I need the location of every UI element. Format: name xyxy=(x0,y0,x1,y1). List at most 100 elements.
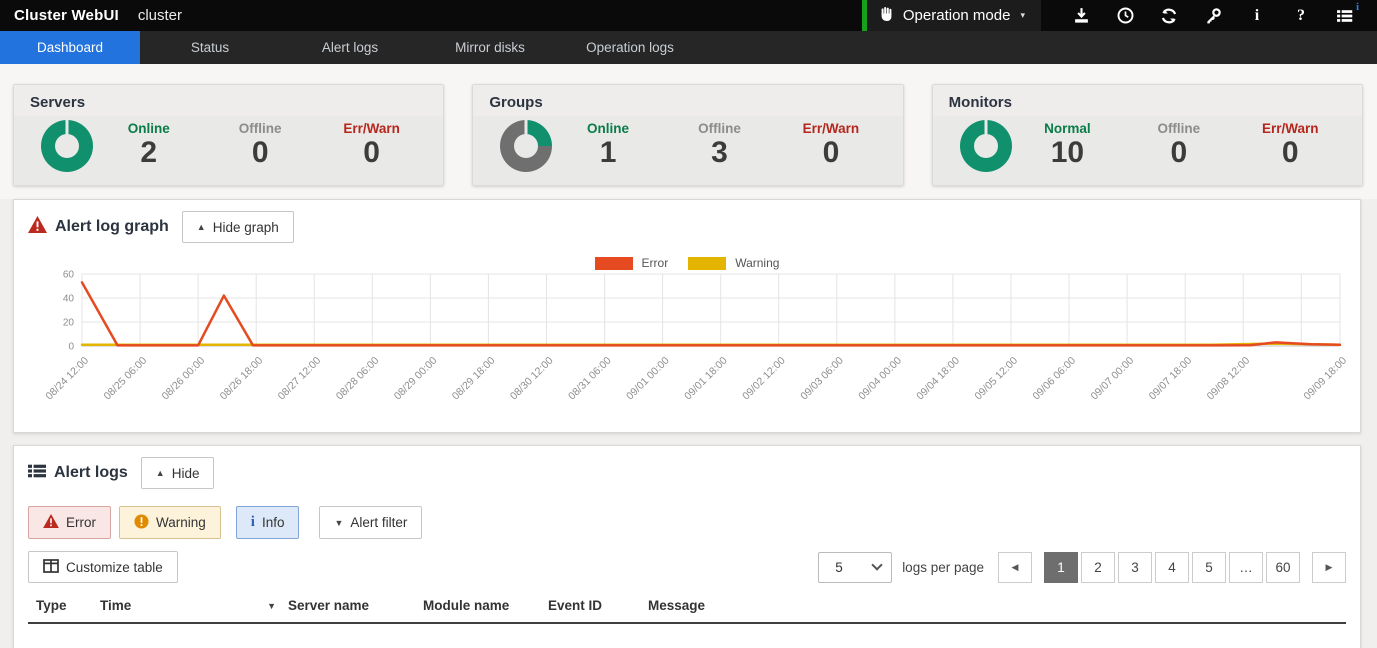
help-icon[interactable]: ? xyxy=(1279,0,1323,31)
alert-log-line-chart: 0 20 40 60 08/24 12:0008/25 06:0008/26 00:00… xyxy=(24,270,1350,432)
customize-table-button[interactable]: Customize table xyxy=(28,551,178,583)
svg-text:08/31 06:00: 08/31 06:00 xyxy=(566,355,614,403)
svg-text:08/25 06:00: 08/25 06:00 xyxy=(102,355,150,403)
column-header-type[interactable]: Type xyxy=(36,598,100,613)
operation-mode-label: Operation mode xyxy=(903,7,1011,24)
tab-operation-logs[interactable]: Operation logs xyxy=(560,31,700,64)
filter-error-button[interactable]: Error xyxy=(28,506,111,539)
monitors-donut-chart xyxy=(960,120,1012,172)
page-button-5[interactable]: 5 xyxy=(1192,552,1226,583)
monitors-offline-stat: Offline 0 xyxy=(1123,121,1234,171)
chevron-down-icon: ▾ xyxy=(1020,10,1025,21)
page-ellipsis-button[interactable]: … xyxy=(1229,552,1263,583)
svg-text:09/07 18:00: 09/07 18:00 xyxy=(1147,355,1195,403)
servers-card: Servers Online 2 Offline 0 Err/Warn 0 xyxy=(13,84,444,186)
svg-text:09/06 06:00: 09/06 06:00 xyxy=(1030,355,1078,403)
svg-text:08/26 00:00: 08/26 00:00 xyxy=(160,355,208,403)
svg-text:09/05 12:00: 09/05 12:00 xyxy=(972,355,1020,403)
svg-text:08/29 18:00: 08/29 18:00 xyxy=(450,355,498,403)
tab-alert-logs[interactable]: Alert logs xyxy=(280,31,420,64)
reload-icon[interactable] xyxy=(1147,0,1191,31)
list-info-badge: i xyxy=(1356,1,1359,13)
groups-online-stat: Online 1 xyxy=(552,121,663,171)
monitors-errwarn-stat: Err/Warn 0 xyxy=(1235,121,1346,171)
license-key-icon[interactable] xyxy=(1191,0,1235,31)
page-button-1[interactable]: 1 xyxy=(1044,552,1078,583)
next-page-button[interactable]: ▶ xyxy=(1312,552,1346,583)
chevron-down-icon: ▼ xyxy=(334,518,343,528)
alert-log-graph-panel: Alert log graph ▲ Hide graph Error Warni… xyxy=(13,199,1361,433)
warning-circle-icon xyxy=(134,514,149,532)
svg-text:09/03 06:00: 09/03 06:00 xyxy=(798,355,846,403)
log-list-icon[interactable]: i xyxy=(1323,0,1367,31)
app-title: Cluster WebUI xyxy=(14,7,119,24)
operation-mode-dropdown[interactable]: Operation mode ▾ xyxy=(862,0,1041,31)
hide-graph-button[interactable]: ▲ Hide graph xyxy=(182,211,294,243)
page-button-2[interactable]: 2 xyxy=(1081,552,1115,583)
hide-logs-button[interactable]: ▲ Hide xyxy=(141,457,215,489)
servers-card-title: Servers xyxy=(14,85,443,116)
logs-per-page-select[interactable]: 5 xyxy=(818,552,892,583)
page-button-60[interactable]: 60 xyxy=(1266,552,1300,583)
error-triangle-icon xyxy=(43,514,59,531)
svg-text:08/27 12:00: 08/27 12:00 xyxy=(276,355,324,403)
filter-warning-button[interactable]: Warning xyxy=(119,506,221,539)
graph-panel-title: Alert log graph xyxy=(55,218,169,236)
table-columns-icon xyxy=(43,559,59,576)
svg-text:20: 20 xyxy=(63,318,75,329)
svg-text:09/04 18:00: 09/04 18:00 xyxy=(914,355,962,403)
column-header-message[interactable]: Message xyxy=(648,598,1346,613)
collapse-up-icon: ▲ xyxy=(156,468,165,478)
svg-text:0: 0 xyxy=(68,342,74,353)
list-icon xyxy=(28,463,46,484)
servers-online-stat: Online 2 xyxy=(93,121,204,171)
servers-donut-chart xyxy=(41,120,93,172)
logs-toolbar: Customize table 5 logs per page ◀ 1 2 3 … xyxy=(28,551,1346,583)
prev-page-button[interactable]: ◀ xyxy=(998,552,1032,583)
svg-text:09/04 00:00: 09/04 00:00 xyxy=(856,355,904,403)
download-icon[interactable] xyxy=(1059,0,1103,31)
page-button-3[interactable]: 3 xyxy=(1118,552,1152,583)
servers-errwarn-stat: Err/Warn 0 xyxy=(316,121,427,171)
status-cards-row: Servers Online 2 Offline 0 Err/Warn 0 Gr… xyxy=(0,64,1377,199)
tab-dashboard[interactable]: Dashboard xyxy=(0,31,140,64)
svg-text:60: 60 xyxy=(63,270,75,281)
logs-table-header: Type Time ▼ Server name Module name Even… xyxy=(28,598,1346,624)
svg-text:08/30 12:00: 08/30 12:00 xyxy=(508,355,556,403)
sort-desc-icon: ▼ xyxy=(267,601,276,611)
alert-filter-button[interactable]: ▼ Alert filter xyxy=(319,506,422,539)
chart-legend: Error Warning xyxy=(14,256,1360,270)
svg-text:09/09 18:00: 09/09 18:00 xyxy=(1301,355,1349,403)
topbar-icon-group: i ? i xyxy=(1041,0,1377,31)
info-icon[interactable]: i xyxy=(1235,0,1279,31)
top-bar: Cluster WebUI cluster Operation mode ▾ i xyxy=(0,0,1377,31)
svg-text:09/01 00:00: 09/01 00:00 xyxy=(624,355,672,403)
cluster-name: cluster xyxy=(138,7,182,24)
error-swatch xyxy=(595,257,633,270)
warning-swatch xyxy=(688,257,726,270)
svg-text:09/07 00:00: 09/07 00:00 xyxy=(1089,355,1137,403)
tab-status[interactable]: Status xyxy=(140,31,280,64)
time-info-icon[interactable] xyxy=(1103,0,1147,31)
filter-info-button[interactable]: i Info xyxy=(236,506,300,539)
svg-text:09/01 18:00: 09/01 18:00 xyxy=(682,355,730,403)
column-header-server-name[interactable]: Server name xyxy=(288,598,423,613)
svg-text:09/02 12:00: 09/02 12:00 xyxy=(740,355,788,403)
groups-errwarn-stat: Err/Warn 0 xyxy=(775,121,886,171)
servers-offline-stat: Offline 0 xyxy=(204,121,315,171)
svg-text:08/28 06:00: 08/28 06:00 xyxy=(334,355,382,403)
svg-text:08/24 12:00: 08/24 12:00 xyxy=(43,355,91,403)
column-header-module-name[interactable]: Module name xyxy=(423,598,548,613)
column-header-time[interactable]: Time ▼ xyxy=(100,598,288,613)
groups-card: Groups Online 1 Offline 3 Err/Warn 0 xyxy=(472,84,903,186)
tab-mirror-disks[interactable]: Mirror disks xyxy=(420,31,560,64)
svg-text:08/26 18:00: 08/26 18:00 xyxy=(218,355,266,403)
hand-icon xyxy=(879,6,895,26)
logs-per-page-label: logs per page xyxy=(902,560,984,575)
svg-text:09/08 12:00: 09/08 12:00 xyxy=(1205,355,1253,403)
alert-logs-panel: Alert logs ▲ Hide Error Warning i Info ▼… xyxy=(13,445,1361,648)
column-header-event-id[interactable]: Event ID xyxy=(548,598,648,613)
page-button-4[interactable]: 4 xyxy=(1155,552,1189,583)
select-chevron-icon xyxy=(872,559,883,570)
svg-text:40: 40 xyxy=(63,294,75,305)
